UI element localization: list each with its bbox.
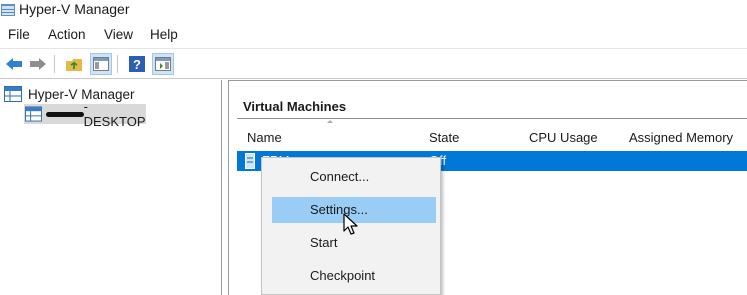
context-menu-connect[interactable]: Connect... (272, 164, 436, 190)
show-hide-action-pane-button[interactable] (152, 53, 174, 75)
toolbar-separator (117, 55, 118, 73)
column-header-state[interactable]: State (429, 130, 459, 145)
svg-text:?: ? (133, 57, 141, 72)
virtual-machine-icon (245, 153, 255, 169)
forward-button[interactable] (27, 53, 49, 75)
column-header-assigned-memory[interactable]: Assigned Memory (629, 130, 733, 145)
context-menu-checkpoint[interactable]: Checkpoint (272, 263, 436, 289)
redacted-server-name (45, 111, 84, 117)
menu-view[interactable]: View (104, 27, 133, 42)
section-divider (237, 118, 747, 119)
menu-action[interactable]: Action (48, 27, 86, 42)
console-tree: Hyper-V Manager -DESKTOP (0, 80, 222, 295)
help-button[interactable]: ? (126, 53, 148, 75)
show-hide-action-pane-icon (155, 57, 171, 71)
column-header-cpu-usage[interactable]: CPU Usage (529, 130, 598, 145)
mouse-pointer-icon (343, 213, 358, 235)
server-name-suffix: -DESKTOP (83, 99, 146, 129)
menu-help[interactable]: Help (150, 27, 178, 42)
up-folder-icon (66, 59, 82, 71)
menu-bar: File Action View Help (0, 24, 747, 46)
menu-file[interactable]: File (8, 27, 30, 42)
show-hide-console-tree-button[interactable] (90, 53, 112, 75)
hyper-v-app-icon (1, 4, 15, 16)
frame-divider (0, 78, 747, 79)
server-icon (25, 106, 42, 122)
sort-indicator-icon (327, 120, 333, 123)
tree-item-server[interactable]: -DESKTOP (24, 99, 146, 129)
toolbar: ? (0, 48, 747, 78)
show-hide-console-tree-icon (93, 57, 109, 71)
hyper-v-manager-icon (4, 86, 22, 102)
title-bar: Hyper-V Manager (0, 0, 747, 22)
column-header-name[interactable]: Name (247, 130, 282, 145)
window-title: Hyper-V Manager (19, 1, 130, 17)
section-title: Virtual Machines (243, 99, 347, 114)
back-button[interactable] (3, 53, 25, 75)
up-one-level-button[interactable] (63, 53, 85, 75)
toolbar-separator (54, 55, 55, 73)
help-icon: ? (129, 56, 145, 72)
forward-arrow-icon (30, 58, 46, 70)
back-arrow-icon (6, 58, 22, 70)
